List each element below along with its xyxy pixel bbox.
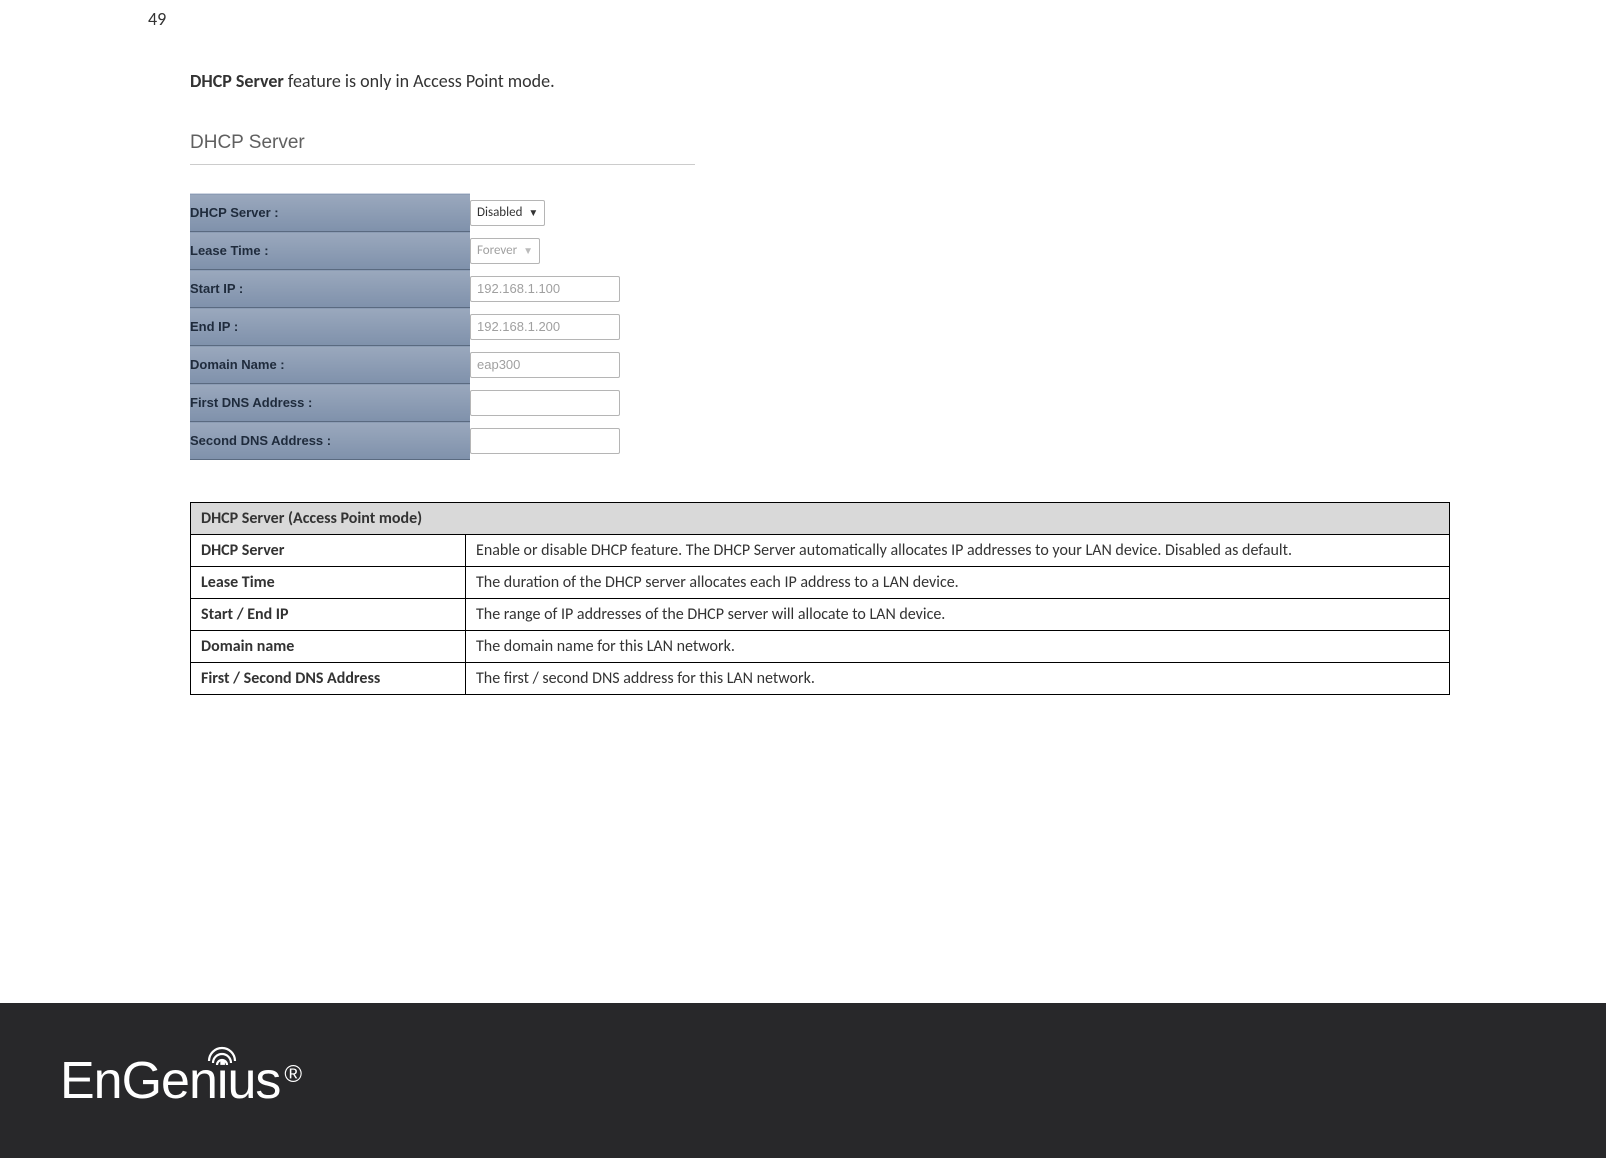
dhcp-config-table: DHCP Server : Disabled ▼ Lease Time : Fo…	[190, 193, 670, 460]
desc-name: First / Second DNS Address	[191, 663, 466, 695]
desc-row-start-end-ip: Start / End IP The range of IP addresses…	[191, 599, 1450, 631]
second-dns-input[interactable]	[470, 428, 620, 454]
desc-text: The range of IP addresses of the DHCP se…	[466, 599, 1450, 631]
desc-header-row: DHCP Server (Access Point mode)	[191, 503, 1450, 535]
desc-row-lease-time: Lease Time The duration of the DHCP serv…	[191, 567, 1450, 599]
label-end-ip: End IP :	[190, 308, 470, 346]
page-footer: EnGen i us ®	[0, 1003, 1606, 1158]
desc-name: Lease Time	[191, 567, 466, 599]
desc-row-dhcp-server: DHCP Server Enable or disable DHCP featu…	[191, 535, 1450, 567]
domain-name-input	[470, 352, 620, 378]
desc-text: Enable or disable DHCP feature. The DHCP…	[466, 535, 1450, 567]
desc-name: Domain name	[191, 631, 466, 663]
label-start-ip: Start IP :	[190, 270, 470, 308]
intro-rest: feature is only in Access Point mode.	[284, 70, 555, 92]
label-dhcp-server: DHCP Server :	[190, 194, 470, 232]
desc-header: DHCP Server (Access Point mode)	[191, 503, 1450, 535]
engenius-logo: EnGen i us ®	[60, 1051, 302, 1111]
chevron-down-icon: ▼	[517, 244, 533, 257]
dhcp-server-select[interactable]: Disabled ▼	[470, 200, 545, 226]
first-dns-input[interactable]	[470, 390, 620, 416]
row-second-dns: Second DNS Address :	[190, 422, 670, 460]
chevron-down-icon: ▼	[522, 206, 538, 219]
dhcp-server-select-value: Disabled	[477, 205, 522, 220]
page-number: 49	[148, 8, 166, 30]
desc-row-dns-address: First / Second DNS Address The first / s…	[191, 663, 1450, 695]
panel-title: DHCP Server	[190, 132, 1456, 154]
panel-divider	[190, 164, 695, 165]
end-ip-input	[470, 314, 620, 340]
lease-time-select-value: Forever	[477, 243, 517, 258]
page-content: DHCP Server feature is only in Access Po…	[0, 0, 1606, 695]
label-domain-name: Domain Name :	[190, 346, 470, 384]
description-table: DHCP Server (Access Point mode) DHCP Ser…	[190, 502, 1450, 695]
desc-text: The domain name for this LAN network.	[466, 631, 1450, 663]
registered-mark: ®	[284, 1061, 302, 1089]
logo-i: i	[217, 1051, 228, 1111]
label-first-dns: First DNS Address :	[190, 384, 470, 422]
row-first-dns: First DNS Address :	[190, 384, 670, 422]
wifi-icon	[205, 1045, 239, 1065]
label-second-dns: Second DNS Address :	[190, 422, 470, 460]
desc-text: The duration of the DHCP server allocate…	[466, 567, 1450, 599]
intro-text: DHCP Server feature is only in Access Po…	[190, 70, 1456, 92]
row-domain-name: Domain Name :	[190, 346, 670, 384]
desc-name: DHCP Server	[191, 535, 466, 567]
row-lease-time: Lease Time : Forever ▼	[190, 232, 670, 270]
row-start-ip: Start IP :	[190, 270, 670, 308]
lease-time-select: Forever ▼	[470, 238, 540, 264]
logo-text-left: EnGen	[60, 1051, 217, 1111]
desc-row-domain-name: Domain name The domain name for this LAN…	[191, 631, 1450, 663]
row-end-ip: End IP :	[190, 308, 670, 346]
start-ip-input	[470, 276, 620, 302]
row-dhcp-server: DHCP Server : Disabled ▼	[190, 194, 670, 232]
label-lease-time: Lease Time :	[190, 232, 470, 270]
desc-name: Start / End IP	[191, 599, 466, 631]
intro-strong: DHCP Server	[190, 70, 284, 92]
desc-text: The first / second DNS address for this …	[466, 663, 1450, 695]
